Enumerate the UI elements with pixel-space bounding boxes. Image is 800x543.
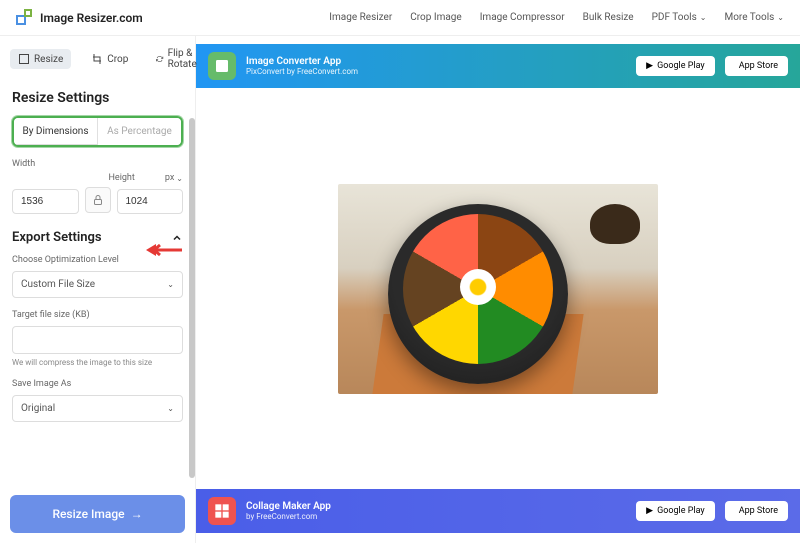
- ad-banner-top: Image Converter App PixConvert by FreeCo…: [196, 44, 800, 88]
- optimization-label: Choose Optimization Level: [12, 255, 183, 265]
- mode-as-percentage[interactable]: As Percentage: [98, 118, 181, 145]
- google-play-icon: ▶: [646, 506, 653, 516]
- google-play-button[interactable]: ▶Google Play: [636, 56, 715, 76]
- ad-subtitle: PixConvert by FreeConvert.com: [246, 67, 626, 76]
- crop-icon: [91, 53, 103, 65]
- ad-banner-bottom: Collage Maker App by FreeConvert.com ▶Go…: [196, 489, 800, 533]
- lock-icon: [92, 194, 104, 206]
- chevron-down-icon: ⌄: [777, 13, 784, 22]
- lock-aspect-button[interactable]: [85, 187, 111, 213]
- tool-tabs: Resize Crop Flip & Rotate: [0, 36, 195, 82]
- logo-icon: [16, 9, 34, 27]
- target-size-input[interactable]: [12, 326, 183, 354]
- chevron-down-icon: ⌄: [176, 174, 183, 183]
- height-input[interactable]: [117, 189, 184, 214]
- tab-resize[interactable]: Resize: [10, 49, 71, 69]
- unit-selector[interactable]: px⌄: [165, 173, 183, 183]
- resize-settings-title: Resize Settings: [12, 90, 183, 106]
- rotate-icon: [156, 53, 163, 65]
- export-settings-title: Export Settings: [12, 230, 102, 245]
- image-preview-area: [196, 88, 800, 489]
- scrollbar[interactable]: [189, 118, 195, 478]
- tab-flip-rotate[interactable]: Flip & Rotate: [148, 44, 209, 74]
- content-area: Image Converter App PixConvert by FreeCo…: [196, 36, 800, 543]
- nav-image-compressor[interactable]: Image Compressor: [480, 12, 565, 23]
- optimization-select[interactable]: Custom File Size ⌄: [12, 271, 183, 298]
- nav-crop-image[interactable]: Crop Image: [410, 12, 461, 23]
- chevron-down-icon: ⌄: [167, 404, 174, 413]
- app-store-button[interactable]: App Store: [725, 501, 788, 521]
- target-size-hint: We will compress the image to this size: [12, 358, 183, 367]
- main-nav: Image Resizer Crop Image Image Compresso…: [329, 12, 784, 23]
- nav-bulk-resize[interactable]: Bulk Resize: [583, 12, 634, 23]
- arrow-right-icon: →: [131, 507, 143, 521]
- resize-icon: [18, 53, 30, 65]
- ad-title: Collage Maker App: [246, 501, 626, 512]
- top-header: Image Resizer.com Image Resizer Crop Ima…: [0, 0, 800, 36]
- chevron-up-icon: [171, 232, 183, 244]
- width-label: Width: [12, 159, 35, 169]
- target-size-label: Target file size (KB): [12, 310, 183, 320]
- save-as-select[interactable]: Original ⌄: [12, 395, 183, 422]
- height-label: Height: [109, 173, 135, 183]
- mode-by-dimensions[interactable]: By Dimensions: [14, 118, 98, 145]
- nav-more-tools[interactable]: More Tools⌄: [724, 12, 784, 23]
- preview-image[interactable]: [338, 184, 658, 394]
- sidebar: Resize Crop Flip & Rotate Resize Setting…: [0, 36, 196, 543]
- ad-subtitle: by FreeConvert.com: [246, 512, 626, 521]
- resize-mode-tabs: By Dimensions As Percentage: [12, 116, 183, 147]
- nav-pdf-tools[interactable]: PDF Tools⌄: [652, 12, 707, 23]
- save-as-label: Save Image As: [12, 379, 183, 389]
- app-store-button[interactable]: App Store: [725, 56, 788, 76]
- google-play-button[interactable]: ▶Google Play: [636, 501, 715, 521]
- tab-crop[interactable]: Crop: [83, 49, 136, 69]
- logo-text: Image Resizer.com: [40, 11, 143, 25]
- export-settings-header[interactable]: Export Settings: [12, 230, 183, 245]
- ad-title: Image Converter App: [246, 56, 626, 67]
- google-play-icon: ▶: [646, 61, 653, 71]
- chevron-down-icon: ⌄: [167, 280, 174, 289]
- nav-image-resizer[interactable]: Image Resizer: [329, 12, 392, 23]
- logo[interactable]: Image Resizer.com: [16, 9, 143, 27]
- chevron-down-icon: ⌄: [700, 13, 707, 22]
- width-input[interactable]: [12, 189, 79, 214]
- ad-app-icon: [208, 497, 236, 525]
- resize-image-button[interactable]: Resize Image →: [10, 495, 185, 533]
- ad-app-icon: [208, 52, 236, 80]
